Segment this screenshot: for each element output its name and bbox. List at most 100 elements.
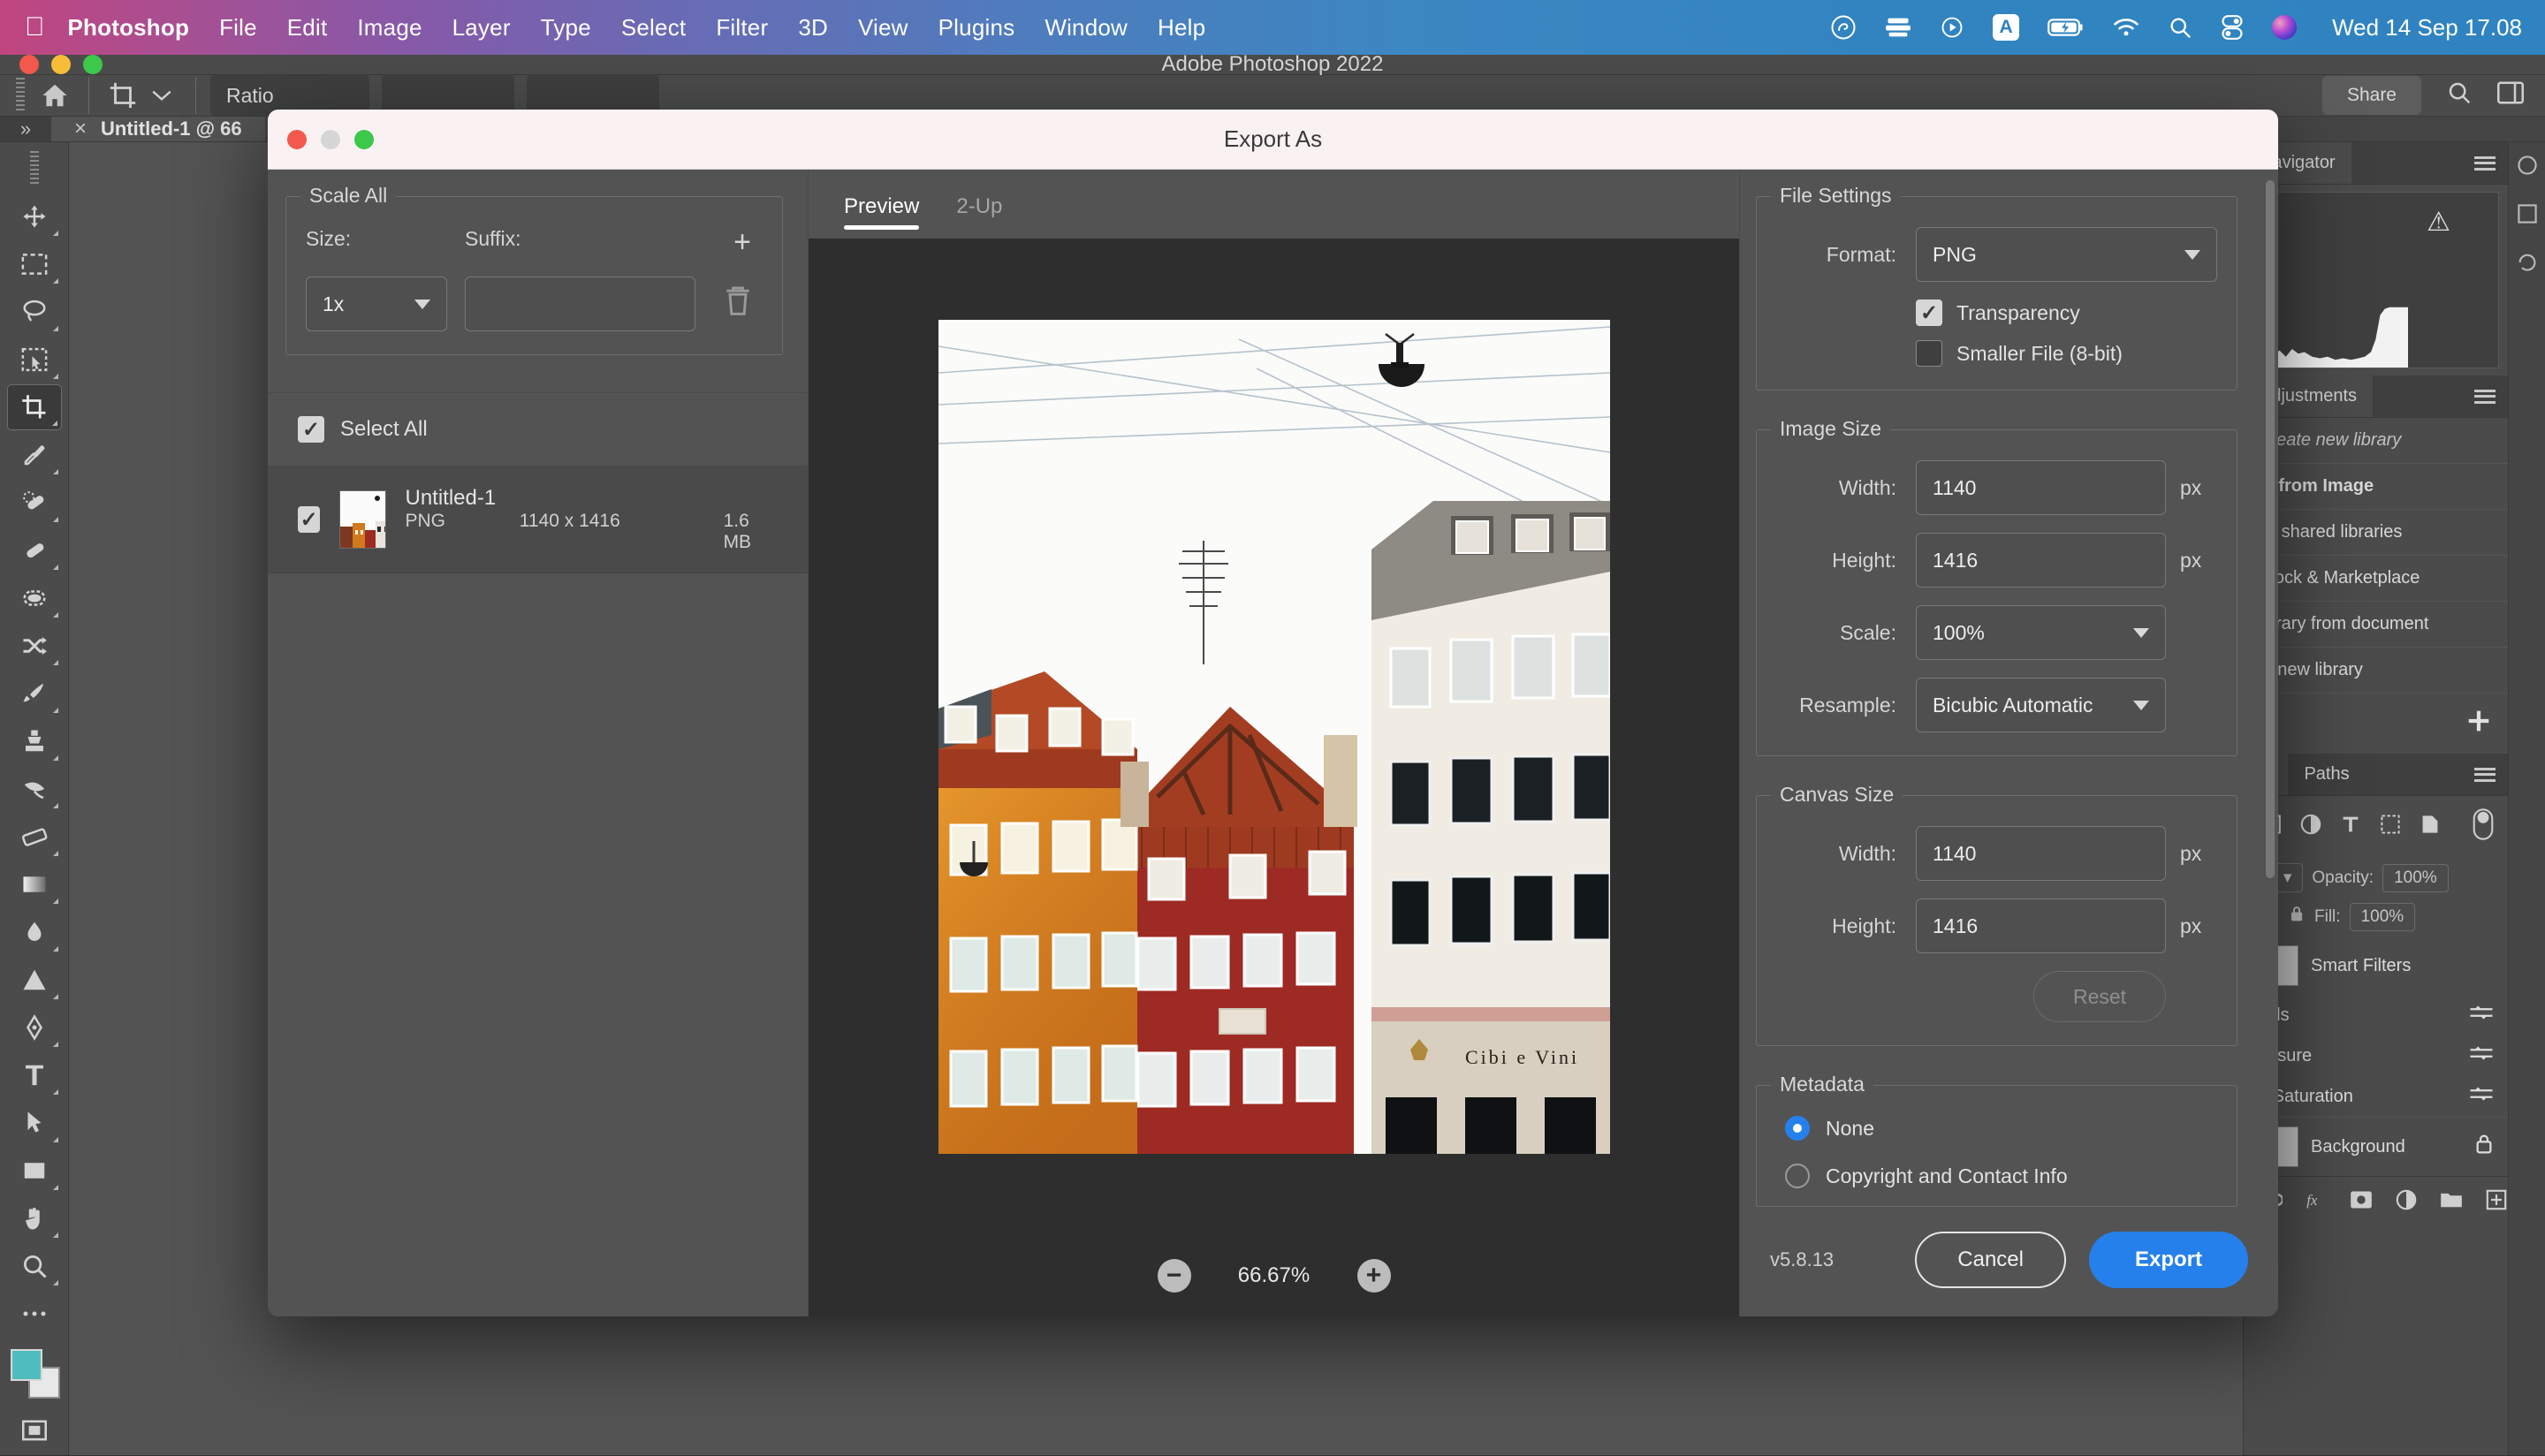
foreground-background-color[interactable]: [9, 1347, 60, 1399]
home-icon[interactable]: [35, 75, 74, 116]
tools-panel-grip[interactable]: [29, 151, 39, 186]
image-width-input[interactable]: 1140: [1916, 460, 2166, 515]
menu-item-filter[interactable]: Filter: [716, 14, 768, 42]
library-row-create[interactable]: ct from Image: [2244, 464, 2508, 510]
layers-panel-menu-icon[interactable]: [2474, 754, 2508, 795]
add-mask-icon[interactable]: [2350, 1190, 2373, 1215]
new-group-icon[interactable]: [2440, 1190, 2463, 1215]
path-selection-tool[interactable]: [7, 1100, 62, 1146]
filter-toggle-switch[interactable]: [2473, 808, 2494, 846]
zoom-out-icon[interactable]: −: [1157, 1259, 1191, 1293]
hue-saturation-icon[interactable]: [2469, 1085, 2494, 1108]
library-row-stock-marketplace[interactable]: library from document: [2244, 602, 2508, 648]
control-center-icon[interactable]: [2221, 15, 2244, 40]
preview-stage[interactable]: Cibi e Vini: [809, 239, 1739, 1235]
menu-item-select[interactable]: Select: [621, 14, 686, 42]
adjustments-panel-menu-icon[interactable]: [2474, 375, 2508, 417]
file-checkbox[interactable]: ✓: [298, 506, 321, 533]
apple-logo-icon[interactable]: : [25, 14, 45, 41]
suffix-input[interactable]: [465, 277, 695, 331]
metadata-option-none[interactable]: None: [1776, 1116, 2217, 1141]
warning-icon[interactable]: ⚠: [2427, 207, 2450, 238]
plus-icon[interactable]: +: [722, 227, 763, 257]
properties-panel-icon[interactable]: [2517, 203, 2538, 229]
clone-stamp-tool[interactable]: [7, 718, 62, 764]
pen-tool[interactable]: [7, 1005, 62, 1050]
library-row-browse-shared[interactable]: Stock & Marketplace: [2244, 556, 2508, 602]
crop-tool[interactable]: [6, 384, 62, 430]
canvas-height-input[interactable]: 1416: [1916, 899, 2166, 953]
new-layer-icon[interactable]: [2486, 1189, 2507, 1216]
crop-tool-icon[interactable]: [103, 75, 142, 116]
trash-icon[interactable]: [713, 284, 763, 323]
zoom-tool[interactable]: [7, 1243, 62, 1289]
adjustment-filter-icon[interactable]: [2300, 814, 2321, 840]
export-button[interactable]: Export: [2088, 1232, 2248, 1288]
type-tool[interactable]: [7, 1052, 62, 1098]
lasso-tool[interactable]: [7, 289, 62, 335]
color-panel-icon[interactable]: [2517, 155, 2538, 180]
more-tools-button[interactable]: [7, 1291, 62, 1337]
library-row-from-document[interactable]: te new library: [2244, 648, 2508, 694]
menu-item-window[interactable]: Window: [1045, 14, 1128, 42]
menu-item-layer[interactable]: Layer: [452, 14, 511, 42]
battery-charging-icon[interactable]: [2047, 17, 2085, 38]
settings-scrollbar[interactable]: [2266, 180, 2275, 1306]
library-row-extract-from-image[interactable]: se shared libraries: [2244, 510, 2508, 556]
brush-tool[interactable]: [7, 671, 62, 717]
metadata-option-copyright[interactable]: Copyright and Contact Info: [1776, 1164, 2217, 1188]
menu-bar-clock[interactable]: Wed 14 Sep 17.08: [2332, 14, 2522, 42]
red-eye-tool[interactable]: [7, 575, 62, 621]
reset-button[interactable]: Reset: [2033, 971, 2166, 1022]
metadata-copyright-radio[interactable]: [1785, 1164, 1810, 1188]
layer-row-exposure[interactable]: posure: [2244, 1035, 2508, 1076]
cancel-button[interactable]: Cancel: [1915, 1232, 2066, 1288]
image-height-input[interactable]: 1416: [1916, 533, 2166, 588]
quick-selection-tool[interactable]: [7, 337, 62, 383]
size-select[interactable]: 1x: [306, 277, 447, 331]
siri-icon[interactable]: [2272, 15, 2298, 40]
tab-overflow-button[interactable]: »: [0, 117, 51, 141]
fx-icon[interactable]: fx: [2306, 1190, 2327, 1215]
text-input-icon[interactable]: A: [1993, 14, 2020, 41]
smaller-file-checkbox[interactable]: [1916, 340, 1942, 367]
foreground-color-swatch[interactable]: [10, 1349, 42, 1381]
canvas-width-input[interactable]: 1140: [1916, 826, 2166, 881]
menu-item-plugins[interactable]: Plugins: [938, 14, 1015, 42]
quick-mask-button[interactable]: [7, 1407, 62, 1453]
search-icon[interactable]: [2446, 80, 2473, 111]
share-button[interactable]: Share: [2321, 76, 2421, 115]
tab-preview[interactable]: Preview: [844, 194, 920, 230]
menu-item-image[interactable]: Image: [357, 14, 422, 42]
patch-tool[interactable]: [7, 527, 62, 573]
smart-object-filter-icon[interactable]: [2420, 814, 2440, 840]
navigator-panel-menu-icon[interactable]: [2474, 142, 2508, 184]
eyedropper-tool[interactable]: [7, 432, 62, 478]
menu-item-3d[interactable]: 3D: [798, 14, 828, 42]
history-panel-icon[interactable]: [2517, 252, 2538, 277]
gradient-tool[interactable]: [7, 861, 62, 907]
zoom-in-icon[interactable]: +: [1356, 1259, 1391, 1293]
document-tab-untitled-1[interactable]: × Untitled-1 @ 66: [51, 117, 265, 141]
add-library-icon[interactable]: [2464, 706, 2494, 741]
options-bar-grip[interactable]: [16, 78, 25, 113]
smaller-file-row[interactable]: Smaller File (8-bit): [1916, 340, 2217, 367]
dropbox-icon[interactable]: [1885, 16, 1911, 39]
type-filter-icon[interactable]: [2341, 814, 2360, 840]
play-icon[interactable]: [1940, 15, 1964, 40]
history-brush-tool[interactable]: [7, 766, 62, 812]
format-select[interactable]: PNG: [1916, 227, 2217, 282]
transparency-checkbox[interactable]: ✓: [1916, 300, 1942, 326]
opacity-value[interactable]: 100%: [2382, 863, 2449, 892]
creative-cloud-icon[interactable]: [1830, 14, 1857, 41]
select-all-checkbox[interactable]: ✓: [298, 416, 324, 443]
select-all-row[interactable]: ✓ Select All: [268, 392, 808, 466]
wifi-icon[interactable]: [2113, 17, 2139, 38]
spotlight-search-icon[interactable]: [2168, 15, 2192, 40]
menu-item-type[interactable]: Type: [541, 14, 591, 42]
workspace-switcher-icon[interactable]: [2497, 81, 2524, 110]
exposure-icon[interactable]: [2469, 1044, 2494, 1067]
transparency-row[interactable]: ✓ Transparency: [1916, 300, 2217, 326]
dodge-tool[interactable]: [7, 957, 62, 1003]
layer-row-levels[interactable]: vels: [2244, 995, 2508, 1035]
